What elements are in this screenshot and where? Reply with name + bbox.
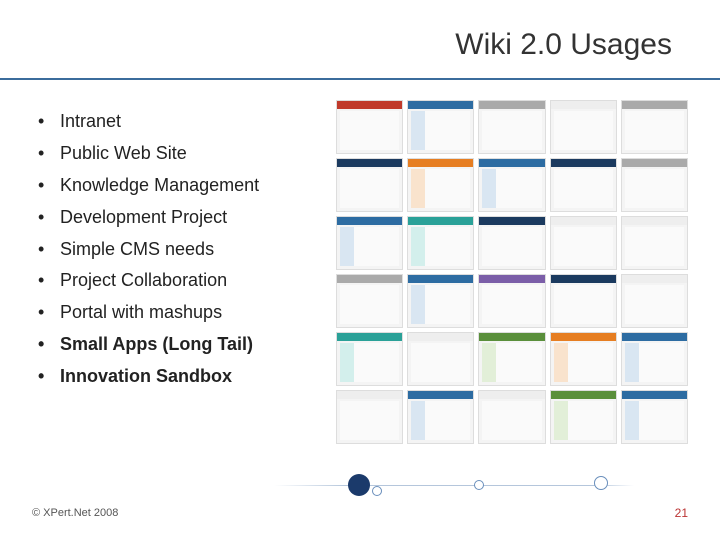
thumbnail [550, 100, 617, 154]
thumbnail [407, 390, 474, 444]
list-item-label: Small Apps (Long Tail) [60, 334, 253, 354]
thumbnail [336, 332, 403, 386]
list-item-label: Public Web Site [60, 143, 187, 163]
list-item: Simple CMS needs [32, 236, 259, 264]
list-item: Intranet [32, 108, 259, 136]
list-item-label: Project Collaboration [60, 270, 227, 290]
thumbnail [621, 332, 688, 386]
thumbnail [621, 100, 688, 154]
thumbnail [478, 274, 545, 328]
list-item-label: Innovation Sandbox [60, 366, 232, 386]
divider [0, 78, 720, 80]
thumbnail [478, 158, 545, 212]
thumbnail [478, 390, 545, 444]
thumbnail [621, 216, 688, 270]
decorative-circles [274, 472, 634, 500]
list-item: Knowledge Management [32, 172, 259, 200]
thumbnail [336, 216, 403, 270]
thumbnail [407, 332, 474, 386]
list-item: Development Project [32, 204, 259, 232]
content-area: Intranet Public Web Site Knowledge Managem… [32, 108, 259, 395]
slide: Wiki 2.0 Usages Intranet Public Web Site K… [0, 0, 720, 540]
thumbnail [407, 100, 474, 154]
thumbnail [621, 274, 688, 328]
list-item-label: Simple CMS needs [60, 239, 214, 259]
thumbnail [407, 274, 474, 328]
page-title: Wiki 2.0 Usages [455, 28, 672, 62]
thumbnail [621, 390, 688, 444]
thumbnail-grid [336, 100, 688, 444]
thumbnail [550, 390, 617, 444]
page-number: 21 [675, 506, 688, 520]
thumbnail [336, 158, 403, 212]
thumbnail [550, 332, 617, 386]
list-item: Public Web Site [32, 140, 259, 168]
thumbnail [407, 216, 474, 270]
list-item: Small Apps (Long Tail) [32, 331, 259, 359]
thumbnail [550, 158, 617, 212]
thumbnail [478, 216, 545, 270]
thumbnail [478, 332, 545, 386]
thumbnail [336, 100, 403, 154]
list-item: Project Collaboration [32, 267, 259, 295]
thumbnail [550, 274, 617, 328]
thumbnail [478, 100, 545, 154]
thumbnail [407, 158, 474, 212]
copyright-text: © XPert.Net 2008 [32, 507, 118, 519]
list-item-label: Knowledge Management [60, 175, 259, 195]
list-item-label: Development Project [60, 207, 227, 227]
list-item: Portal with mashups [32, 299, 259, 327]
list-item: Innovation Sandbox [32, 363, 259, 391]
thumbnail [621, 158, 688, 212]
usage-list: Intranet Public Web Site Knowledge Managem… [32, 108, 259, 395]
footer: © XPert.Net 2008 21 [32, 506, 688, 520]
thumbnail [550, 216, 617, 270]
thumbnail [336, 274, 403, 328]
thumbnail [336, 390, 403, 444]
list-item-label: Portal with mashups [60, 302, 222, 322]
list-item-label: Intranet [60, 111, 121, 131]
